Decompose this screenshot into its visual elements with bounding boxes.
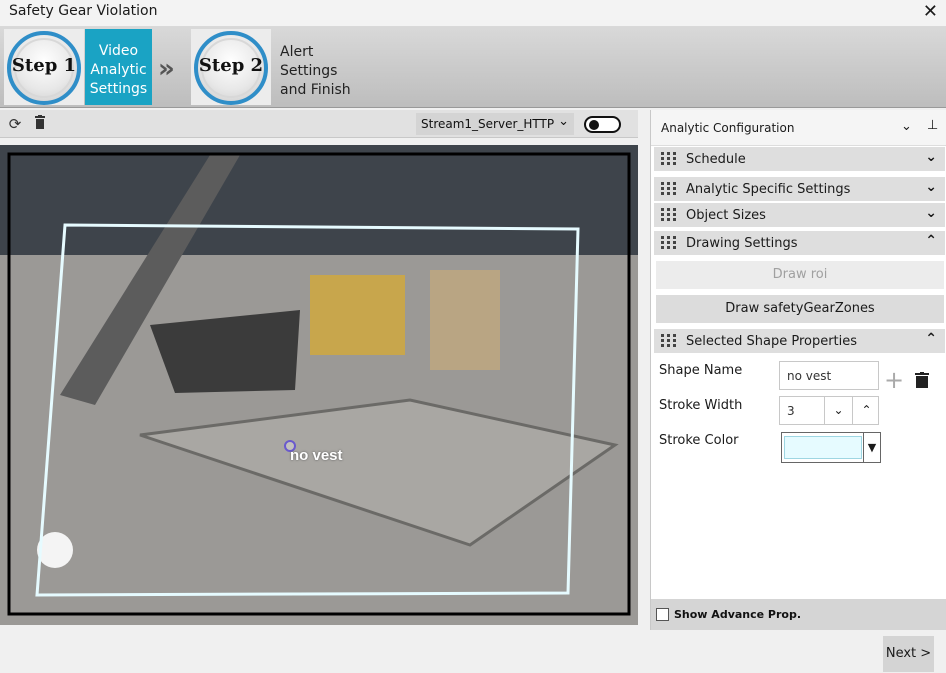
step-2-label[interactable]: Alert Settings and Finish — [271, 29, 351, 105]
grip-icon — [661, 334, 677, 348]
pin-icon[interactable]: ⊥ — [927, 118, 938, 133]
title-bar: Safety Gear Violation ✕ — [0, 0, 946, 26]
step-1-badge[interactable]: Step 1 — [4, 29, 84, 105]
section-drawing-settings-label: Drawing Settings — [686, 236, 798, 251]
stream-toggle[interactable] — [584, 116, 621, 133]
stroke-color-picker[interactable]: ▼ — [781, 432, 881, 463]
step-1-badge-text: Step 1 — [11, 55, 77, 76]
chevron-down-icon[interactable]: ⌄ — [901, 119, 912, 134]
dropdown-arrow-icon: ▼ — [863, 433, 880, 462]
stroke-width-stepper[interactable]: 3 ⌄ ⌃ — [779, 396, 879, 425]
stroke-color-swatch — [784, 436, 862, 459]
draw-zones-button[interactable]: Draw safetyGearZones — [656, 295, 944, 323]
video-canvas[interactable]: no vest — [0, 145, 638, 625]
stroke-width-label: Stroke Width — [659, 398, 743, 413]
step-1-label[interactable]: Video Analytic Settings — [85, 29, 152, 105]
chevron-up-icon: ⌃ — [925, 331, 937, 347]
section-object-sizes[interactable]: Object Sizes ⌄ — [654, 203, 945, 227]
scene-backdrop — [0, 145, 638, 265]
chevron-down-icon: ⌄ — [925, 205, 937, 221]
section-selected-shape[interactable]: Selected Shape Properties ⌃ — [654, 329, 945, 353]
section-object-sizes-label: Object Sizes — [686, 208, 766, 223]
next-button[interactable]: Next > — [883, 636, 934, 672]
section-analytic-specific-label: Analytic Specific Settings — [686, 182, 851, 197]
toggle-knob — [589, 120, 599, 130]
step-2-badge-text: Step 2 — [198, 55, 264, 76]
section-analytic-specific[interactable]: Analytic Specific Settings ⌄ — [654, 177, 945, 201]
shape-name-field[interactable]: no vest — [779, 361, 879, 390]
shape-name-label: Shape Name — [659, 363, 743, 378]
section-drawing-settings[interactable]: Drawing Settings ⌃ — [654, 231, 945, 255]
chevron-down-icon: ⌄ — [925, 179, 937, 195]
close-icon[interactable]: ✕ — [923, 1, 938, 22]
add-icon[interactable]: + — [884, 368, 904, 392]
trash-icon[interactable] — [915, 372, 929, 388]
section-selected-shape-label: Selected Shape Properties — [686, 334, 858, 349]
panel-title: Analytic Configuration — [661, 121, 795, 135]
section-schedule[interactable]: Schedule ⌄ — [654, 147, 945, 171]
video-scene — [0, 145, 638, 625]
chevron-up-icon: ⌃ — [925, 233, 937, 249]
show-advance-label: Show Advance Prop. — [674, 608, 802, 621]
increment-chevron-up-icon[interactable]: ⌃ — [852, 397, 880, 424]
crate — [430, 270, 500, 370]
shape-label: no vest — [290, 447, 343, 464]
chevron-down-icon: ⌄ — [558, 114, 569, 129]
grip-icon — [661, 208, 677, 222]
video-toolbar: ⟳ Stream1_Server_HTTP ⌄ — [0, 110, 638, 138]
grip-icon — [661, 182, 677, 196]
window-title: Safety Gear Violation — [9, 3, 158, 19]
stream-dropdown-value: Stream1_Server_HTTP — [421, 117, 555, 131]
trash-icon[interactable] — [31, 115, 49, 133]
decrement-chevron-down-icon[interactable]: ⌄ — [824, 397, 852, 424]
stream-dropdown[interactable]: Stream1_Server_HTTP ⌄ — [416, 113, 574, 135]
double-chevron-right-icon: » — [158, 54, 175, 84]
grip-icon — [661, 152, 677, 166]
refresh-icon[interactable]: ⟳ — [6, 115, 24, 133]
stroke-color-label: Stroke Color — [659, 433, 739, 448]
analytic-configuration-panel: Analytic Configuration ⌄ ⊥ Schedule ⌄ An… — [650, 110, 946, 630]
boxes — [310, 275, 405, 355]
show-advance-checkbox[interactable] — [656, 608, 669, 621]
panel-header: Analytic Configuration ⌄ ⊥ — [651, 110, 946, 146]
step-2-badge[interactable]: Step 2 — [191, 29, 271, 105]
wizard-steps-bar: Step 1 Video Analytic Settings » Step 2 … — [0, 26, 946, 108]
stroke-width-value: 3 — [787, 404, 795, 418]
chevron-down-icon: ⌄ — [925, 149, 937, 165]
draw-roi-button[interactable]: Draw roi — [656, 261, 944, 289]
grip-icon — [661, 236, 677, 250]
section-schedule-label: Schedule — [686, 152, 746, 167]
advance-bar: Show Advance Prop. — [651, 599, 946, 630]
